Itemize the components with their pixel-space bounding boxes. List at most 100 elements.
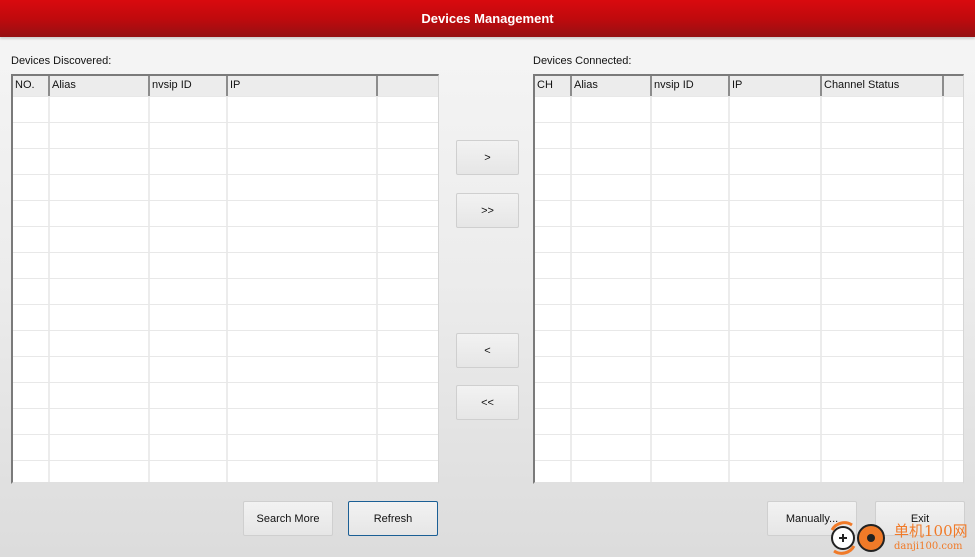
devices-connected-table[interactable]: CH Alias nvsip ID IP Channel Status [533,74,964,484]
table-cell [822,279,944,304]
table-cell [150,253,228,278]
table-cell [944,123,963,148]
table-cell [378,409,438,434]
empty-table-row [13,122,438,148]
empty-table-row [535,278,963,304]
table-cell [13,253,50,278]
empty-table-row [13,460,438,482]
column-header-ip[interactable]: IP [228,76,378,96]
table-cell [13,305,50,330]
table-cell [535,227,572,252]
table-cell [535,383,572,408]
table-cell [572,279,652,304]
column-header-channel-status[interactable]: Channel Status [822,76,944,96]
table-cell [652,123,730,148]
table-cell [944,279,963,304]
table-cell [730,149,822,174]
table-cell [535,435,572,460]
empty-table-row [535,356,963,382]
table-cell [572,331,652,356]
column-header-alias[interactable]: Alias [572,76,652,96]
empty-table-row [535,252,963,278]
table-cell [150,331,228,356]
empty-table-row [13,382,438,408]
table-cell [572,227,652,252]
table-cell [13,357,50,382]
column-header-ip[interactable]: IP [730,76,822,96]
column-header-no[interactable]: NO. [13,76,50,96]
column-header-ch[interactable]: CH [535,76,572,96]
table-cell [822,357,944,382]
table-cell [50,383,150,408]
table-cell [378,357,438,382]
table-cell [652,331,730,356]
table-cell [150,149,228,174]
table-cell [378,331,438,356]
table-cell [572,409,652,434]
table-cell [228,461,378,482]
table-cell [228,435,378,460]
table-cell [228,331,378,356]
table-cell [13,331,50,356]
table-cell [150,305,228,330]
column-header-filler [378,76,438,96]
empty-table-row [535,434,963,460]
table-cell [572,97,652,122]
empty-table-row [13,434,438,460]
table-cell [50,201,150,226]
table-cell [13,149,50,174]
empty-table-row [13,278,438,304]
table-cell [378,227,438,252]
watermark-en-text: danji100.com [894,540,963,552]
table-cell [535,123,572,148]
table-cell [730,227,822,252]
table-cell [378,149,438,174]
empty-table-row [13,96,438,122]
table-cell [50,279,150,304]
table-cell [50,409,150,434]
devices-discovered-table[interactable]: NO. Alias nvsip ID IP [11,74,439,484]
empty-table-row [535,304,963,330]
table-cell [730,201,822,226]
table-cell [50,253,150,278]
table-cell [50,435,150,460]
watermark: 单机100网 danji100.com [826,518,975,557]
table-cell [822,175,944,200]
add-all-button[interactable]: >> [456,193,519,228]
empty-table-row [535,174,963,200]
column-header-alias[interactable]: Alias [50,76,150,96]
table-cell [822,383,944,408]
table-cell [730,461,822,482]
add-selected-button[interactable]: > [456,140,519,175]
remove-all-button[interactable]: << [456,385,519,420]
table-cell [652,227,730,252]
table-cell [150,123,228,148]
table-cell [535,331,572,356]
table-cell [150,175,228,200]
table-cell [228,409,378,434]
table-cell [822,227,944,252]
search-more-button[interactable]: Search More [243,501,333,536]
refresh-button[interactable]: Refresh [348,501,438,536]
table-cell [50,227,150,252]
table-cell [378,175,438,200]
table-cell [572,461,652,482]
table-cell [572,305,652,330]
table-cell [535,409,572,434]
table-cell [50,123,150,148]
remove-selected-button[interactable]: < [456,333,519,368]
table-cell [572,175,652,200]
table-cell [13,409,50,434]
watermark-cn-text: 单机100网 [894,521,968,540]
column-header-nvsip-id[interactable]: nvsip ID [150,76,228,96]
column-header-nvsip-id[interactable]: nvsip ID [652,76,730,96]
table-cell [944,227,963,252]
table-cell [50,461,150,482]
devices-connected-label: Devices Connected: [533,55,632,67]
table-cell [150,461,228,482]
table-cell [730,123,822,148]
empty-table-row [13,148,438,174]
table-cell [535,149,572,174]
table-cell [535,357,572,382]
empty-table-row [535,148,963,174]
